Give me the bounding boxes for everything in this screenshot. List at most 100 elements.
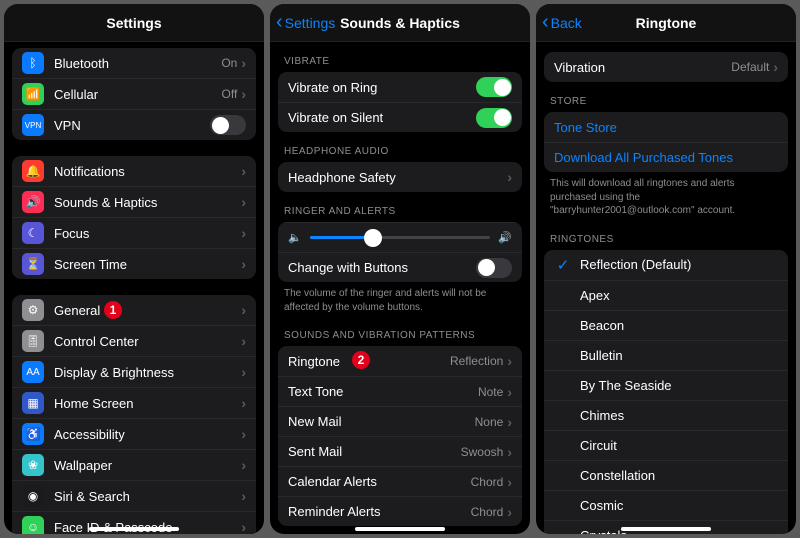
row-notifications[interactable]: 🔔Notifications›: [12, 156, 256, 186]
row-tone-circuit[interactable]: Circuit: [544, 430, 788, 460]
row-wallpaper[interactable]: ❀ Wallpaper›: [12, 449, 256, 480]
row-label: Display & Brightness: [54, 365, 241, 380]
row-text-tone[interactable]: Text ToneNote›: [278, 376, 522, 406]
group-header-headphone: HEADPHONE AUDIO: [270, 132, 530, 162]
sound-icon: 🔊: [22, 191, 44, 213]
chevron-right-icon: ›: [241, 225, 246, 241]
row-tone-by-the-seaside[interactable]: By The Seaside: [544, 370, 788, 400]
chevron-right-icon: ›: [241, 302, 246, 318]
row-cellular[interactable]: 📶CellularOff›: [12, 78, 256, 109]
grid-icon: ▦: [22, 392, 44, 414]
row-value: On: [221, 56, 237, 70]
row-general[interactable]: ⚙ General1 ›: [12, 295, 256, 325]
back-button[interactable]: ‹Back: [536, 11, 582, 34]
chevron-right-icon: ›: [241, 426, 246, 442]
row-tone-chimes[interactable]: Chimes: [544, 400, 788, 430]
row-label: General: [54, 303, 241, 318]
volume-slider[interactable]: [310, 236, 491, 239]
row-new-mail[interactable]: New MailNone›: [278, 406, 522, 436]
home-indicator[interactable]: [89, 527, 179, 531]
row-bluetooth[interactable]: ᛒBluetoothOn›: [12, 48, 256, 78]
volume-slider-row: 🔈 🔊: [278, 222, 522, 252]
row-change-with-buttons[interactable]: Change with Buttons: [278, 252, 522, 282]
switches-icon: 🎚: [22, 330, 44, 352]
row-accessibility[interactable]: ♿Accessibility›: [12, 418, 256, 449]
accessibility-icon: ♿: [22, 423, 44, 445]
toggle-change-with-buttons[interactable]: [476, 258, 512, 278]
toggle[interactable]: [210, 115, 246, 135]
row-reminder-alerts[interactable]: Reminder AlertsChord›: [278, 496, 522, 526]
row-vibrate-on-silent[interactable]: Vibrate on Silent: [278, 102, 522, 132]
toggle[interactable]: [476, 108, 512, 128]
navbar: ‹Settings Sounds & Haptics: [270, 4, 530, 42]
row-label: Focus: [54, 226, 241, 241]
group-header-sounds: SOUNDS AND VIBRATION PATTERNS: [270, 316, 530, 346]
cellular-icon: 📶: [22, 83, 44, 105]
bell-icon: 🔔: [22, 160, 44, 182]
gear-icon: ⚙: [22, 299, 44, 321]
checkmark-icon: ✓: [554, 256, 572, 274]
faceid-icon: ☺: [22, 516, 44, 534]
ringtone-scroll[interactable]: Vibration Default › STORE Tone StoreDown…: [536, 42, 796, 534]
row-sounds-haptics[interactable]: 🔊 Sounds & Haptics›: [12, 186, 256, 217]
row-tone-reflection-default-[interactable]: ✓Reflection (Default): [544, 250, 788, 280]
chevron-right-icon: ›: [241, 488, 246, 504]
row-screen-time[interactable]: ⏳Screen Time›: [12, 248, 256, 279]
row-tone-constellation[interactable]: Constellation: [544, 460, 788, 490]
hourglass-icon: ⏳: [22, 253, 44, 275]
row-tone-store[interactable]: Tone Store: [544, 112, 788, 142]
flower-icon: ❀: [22, 454, 44, 476]
row-sent-mail[interactable]: Sent MailSwoosh›: [278, 436, 522, 466]
row-label: Sounds & Haptics: [54, 195, 241, 210]
chevron-right-icon: ›: [507, 169, 512, 185]
sounds-pane: ‹Settings Sounds & Haptics VIBRATE Vibra…: [270, 4, 530, 534]
chevron-right-icon: ›: [241, 395, 246, 411]
speaker-high-icon: 🔊: [498, 231, 512, 244]
row-label: Screen Time: [54, 257, 241, 272]
row-home-screen[interactable]: ▦Home Screen›: [12, 387, 256, 418]
row-focus[interactable]: ☾ Focus›: [12, 217, 256, 248]
row-vibrate-on-ring[interactable]: Vibrate on Ring: [278, 72, 522, 102]
vpn-icon: VPN: [22, 114, 44, 136]
row-vpn[interactable]: VPNVPN: [12, 109, 256, 140]
step-badge: 2: [352, 351, 370, 369]
row-tone-bulletin[interactable]: Bulletin: [544, 340, 788, 370]
chevron-right-icon: ›: [241, 333, 246, 349]
home-indicator[interactable]: [621, 527, 711, 531]
row-tone-beacon[interactable]: Beacon: [544, 310, 788, 340]
siri-icon: ◉: [22, 485, 44, 507]
row-value: Off: [222, 87, 238, 101]
chevron-right-icon: ›: [241, 457, 246, 473]
nav-title: Settings: [4, 15, 264, 31]
row-tone-apex[interactable]: Apex: [544, 280, 788, 310]
group-footer-ringer: The volume of the ringer and alerts will…: [270, 282, 530, 316]
row-download-all-purchased-tones[interactable]: Download All Purchased Tones: [544, 142, 788, 172]
chevron-right-icon: ›: [507, 353, 512, 369]
row-ringtone[interactable]: Ringtone2Reflection›: [278, 346, 522, 376]
sounds-scroll[interactable]: VIBRATE Vibrate on RingVibrate on Silent…: [270, 42, 530, 534]
row-siri-search[interactable]: ◉Siri & Search›: [12, 480, 256, 511]
home-indicator[interactable]: [355, 527, 445, 531]
settings-scroll[interactable]: ᛒBluetoothOn›📶CellularOff›VPNVPN 🔔Notifi…: [4, 42, 264, 534]
row-label: Cellular: [54, 87, 222, 102]
step-badge: 1: [104, 301, 122, 319]
chevron-right-icon: ›: [507, 504, 512, 520]
row-vibration[interactable]: Vibration Default ›: [544, 52, 788, 82]
settings-pane: Settings ᛒBluetoothOn›📶CellularOff›VPNVP…: [4, 4, 264, 534]
chevron-left-icon: ‹: [542, 11, 549, 34]
row-tone-cosmic[interactable]: Cosmic: [544, 490, 788, 520]
row-label: Bluetooth: [54, 56, 221, 71]
toggle[interactable]: [476, 77, 512, 97]
navbar: Settings: [4, 4, 264, 42]
row-headphone-safety[interactable]: Headphone Safety ›: [278, 162, 522, 192]
row-control-center[interactable]: 🎚Control Center›: [12, 325, 256, 356]
row-calendar-alerts[interactable]: Calendar AlertsChord›: [278, 466, 522, 496]
chevron-right-icon: ›: [241, 55, 246, 71]
chevron-right-icon: ›: [241, 194, 246, 210]
moon-icon: ☾: [22, 222, 44, 244]
back-button[interactable]: ‹Settings: [270, 11, 335, 34]
ringtone-pane: ‹Back Ringtone Vibration Default › STORE…: [536, 4, 796, 534]
row-label: Wallpaper: [54, 458, 241, 473]
row-display-brightness[interactable]: AADisplay & Brightness›: [12, 356, 256, 387]
group-header-vibrate: VIBRATE: [270, 42, 530, 72]
